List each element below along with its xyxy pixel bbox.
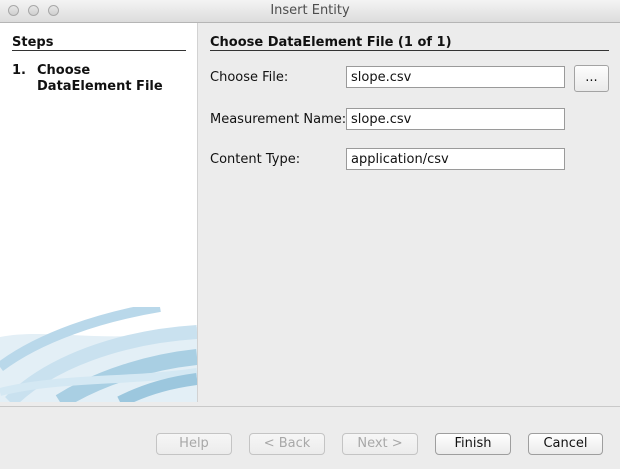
measurement-name-input[interactable] [346, 108, 565, 130]
back-button[interactable]: < Back [249, 433, 325, 455]
wizard-decoration-graphic [0, 307, 197, 402]
cancel-button[interactable]: Cancel [528, 433, 603, 455]
footer-divider [0, 406, 620, 407]
help-button[interactable]: Help [156, 433, 232, 455]
panel-separator [197, 23, 198, 402]
measurement-name-label: Measurement Name: [210, 112, 347, 127]
panel-title: Choose DataElement File (1 of 1) [210, 35, 452, 50]
steps-header: Steps [12, 35, 54, 50]
steps-divider [12, 50, 186, 51]
step-label: Choose DataElement File [37, 63, 163, 94]
choose-file-label: Choose File: [210, 70, 289, 85]
window-titlebar: Insert Entity [0, 0, 620, 23]
browse-button[interactable]: ... [574, 65, 609, 92]
finish-button[interactable]: Finish [435, 433, 511, 455]
window-title: Insert Entity [270, 3, 350, 18]
choose-file-input[interactable] [346, 66, 565, 88]
content-type-input[interactable] [346, 148, 565, 170]
steps-panel: Steps 1. Choose DataElement File [0, 23, 197, 402]
panel-title-divider [210, 50, 609, 51]
next-button[interactable]: Next > [342, 433, 418, 455]
content-type-label: Content Type: [210, 152, 301, 167]
step-number: 1. [12, 63, 26, 78]
